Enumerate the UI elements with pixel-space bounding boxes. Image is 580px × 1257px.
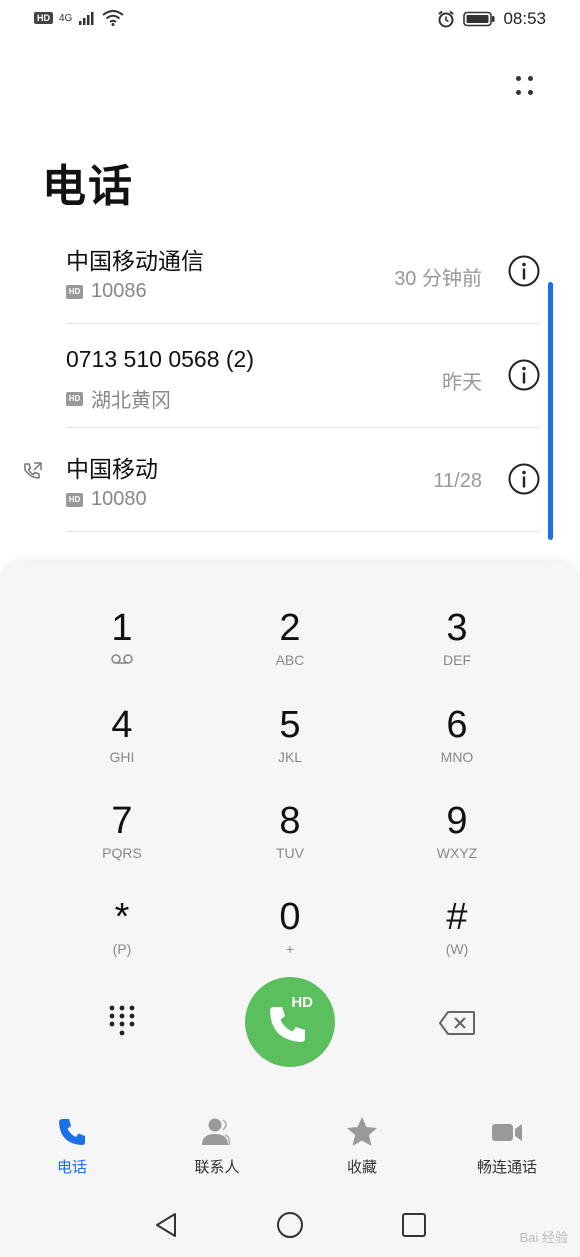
call-time: 11/28	[433, 470, 482, 492]
caller-name: 中国移动通信	[66, 248, 204, 274]
key-digit: 9	[446, 800, 468, 842]
bottom-nav: 电话 联系人 收藏 畅连通话	[0, 1102, 580, 1192]
battery-icon	[463, 11, 495, 27]
tab-meetime[interactable]: 畅连通话	[447, 1114, 567, 1184]
dial-key-4[interactable]: 4 GHI	[47, 702, 197, 794]
recents-icon[interactable]	[399, 1210, 429, 1240]
dial-key-1[interactable]: 1	[47, 605, 197, 697]
caller-number: 10080	[91, 488, 147, 510]
key-letters: (P)	[112, 941, 132, 957]
voicemail-icon	[111, 654, 133, 664]
call-log-item[interactable]: 中国移动 HD 10080 11/28	[0, 428, 580, 532]
call-log-item[interactable]: 0713 510 0568 (2) HD 湖北黄冈 昨天	[0, 324, 580, 428]
call-button[interactable]: HD	[245, 977, 335, 1067]
tab-label: 联系人	[194, 1158, 240, 1176]
dial-key-0[interactable]: 0 +	[215, 894, 365, 986]
network-type-label: 4G	[59, 12, 73, 24]
status-left: HD 4G	[34, 10, 124, 26]
key-letters: ABC	[275, 652, 305, 668]
key-letters: GHI	[109, 749, 135, 765]
key-letters: MNO	[440, 749, 474, 765]
caller-name: 0713 510 0568 (2)	[66, 346, 254, 372]
key-digit: 8	[279, 800, 301, 842]
caller-number: 10086	[91, 280, 147, 302]
wifi-icon	[102, 10, 124, 26]
status-right: 08:53	[437, 9, 546, 29]
key-letters: DEF	[443, 652, 471, 668]
caller-name: 中国移动	[66, 456, 158, 482]
phone-icon	[59, 1119, 85, 1145]
tab-label: 畅连通话	[476, 1158, 537, 1176]
key-letters: JKL	[277, 749, 303, 765]
key-digit: 2	[279, 607, 301, 649]
home-icon[interactable]	[275, 1210, 305, 1240]
key-letters: TUV	[276, 845, 304, 861]
scrollbar[interactable]	[548, 282, 553, 540]
system-nav-bar	[0, 1192, 580, 1257]
key-digit: *	[114, 896, 130, 938]
dial-key-6[interactable]: 6 MNO	[382, 702, 532, 794]
tab-contacts[interactable]: 联系人	[157, 1114, 277, 1184]
call-log-item[interactable]: 中国移动通信 HD 10086 30 分钟前	[0, 220, 580, 324]
key-letters: PQRS	[102, 845, 142, 861]
key-letters: WXYZ	[436, 845, 478, 861]
key-letters: (W)	[445, 941, 469, 957]
key-digit: 3	[446, 607, 468, 649]
dial-key-7[interactable]: 7 PQRS	[47, 798, 197, 890]
dial-key-5[interactable]: 5 JKL	[215, 702, 365, 794]
star-icon	[347, 1117, 377, 1146]
tab-phone[interactable]: 电话	[12, 1114, 132, 1184]
dial-key-hash[interactable]: # (W)	[382, 894, 532, 986]
hd-call-tag: HD	[66, 284, 83, 299]
dial-key-3[interactable]: 3 DEF	[382, 605, 532, 697]
dial-key-8[interactable]: 8 TUV	[215, 798, 365, 890]
call-subtitle: HD 10086	[66, 280, 147, 303]
status-bar: HD 4G 08:53	[0, 0, 580, 40]
dialpad-toggle-icon[interactable]	[106, 1004, 138, 1040]
video-call-icon	[492, 1124, 522, 1141]
dial-key-9[interactable]: 9 WXYZ	[382, 798, 532, 890]
hd-voice-badge: HD	[34, 12, 53, 24]
key-letters: +	[285, 941, 295, 957]
key-digit: 0	[279, 896, 301, 938]
key-digit: 4	[111, 704, 133, 746]
call-subtitle: HD 10080	[66, 488, 147, 511]
key-digit: 1	[111, 607, 133, 649]
more-options-button[interactable]	[510, 72, 538, 100]
clock-time: 08:53	[503, 9, 546, 28]
key-digit: #	[446, 896, 468, 938]
info-icon[interactable]	[508, 359, 540, 391]
contacts-icon	[202, 1118, 231, 1146]
dial-key-2[interactable]: 2 ABC	[215, 605, 365, 697]
watermark: Bai 经验	[519, 1230, 568, 1245]
hd-call-tag: HD	[66, 391, 83, 406]
tab-favorites[interactable]: 收藏	[302, 1114, 422, 1184]
info-icon[interactable]	[508, 255, 540, 287]
hd-call-label: HD	[291, 994, 313, 1011]
outgoing-call-icon	[24, 462, 42, 479]
info-icon[interactable]	[508, 463, 540, 495]
tab-label: 电话	[56, 1158, 87, 1176]
hd-call-tag: HD	[66, 492, 83, 507]
back-icon[interactable]	[151, 1210, 181, 1240]
alarm-icon	[438, 10, 455, 28]
key-digit: 5	[279, 704, 301, 746]
caller-location: 湖北黄冈	[91, 390, 171, 412]
tab-label: 收藏	[346, 1158, 377, 1176]
row-divider	[66, 531, 540, 532]
call-time: 30 分钟前	[394, 268, 482, 290]
call-time: 昨天	[442, 372, 482, 394]
signal-icon	[79, 12, 94, 25]
key-digit: 6	[446, 704, 468, 746]
dial-key-star[interactable]: * (P)	[47, 894, 197, 986]
backspace-icon[interactable]	[438, 1010, 476, 1036]
key-digit: 7	[111, 800, 133, 842]
call-subtitle: HD 湖北黄冈	[66, 384, 171, 413]
page-title: 电话	[42, 161, 134, 212]
